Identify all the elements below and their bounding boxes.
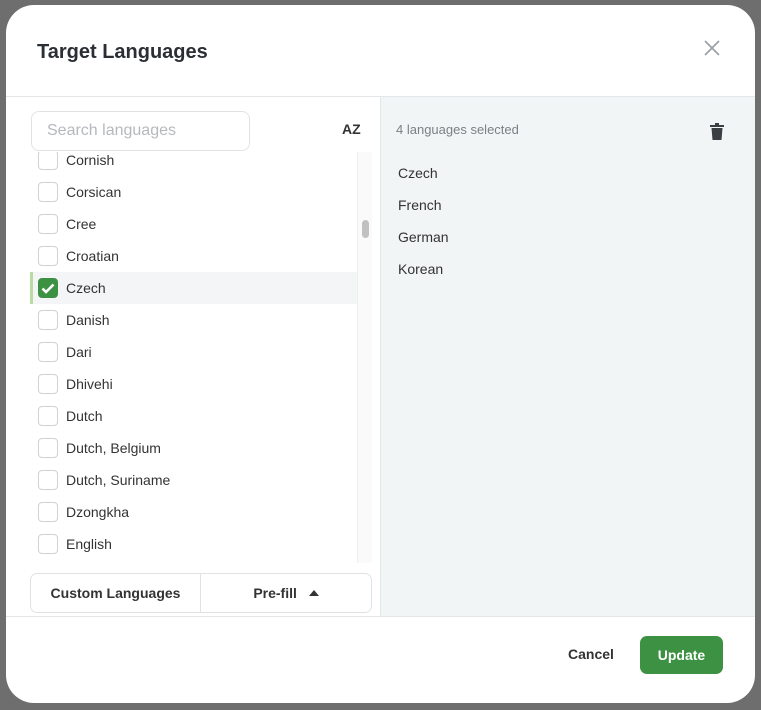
- scrollbar-thumb[interactable]: [362, 220, 369, 238]
- language-item[interactable]: Dutch, Suriname: [30, 464, 357, 496]
- language-item[interactable]: Dzongkha: [30, 496, 357, 528]
- language-label: English: [66, 536, 112, 552]
- target-languages-dialog: Target Languages AZ CornishCorsicanCreeC…: [6, 5, 755, 703]
- selected-language: Korean: [398, 261, 444, 277]
- checkbox[interactable]: [38, 502, 58, 522]
- check-icon: [41, 283, 55, 294]
- picker-actions: Custom Languages Pre-fill: [30, 573, 372, 613]
- selected-language: Czech: [398, 165, 438, 181]
- dialog-header: Target Languages: [6, 5, 755, 97]
- checkbox[interactable]: [38, 246, 58, 266]
- checkbox[interactable]: [38, 374, 58, 394]
- cancel-button[interactable]: Cancel: [568, 646, 614, 662]
- caret-up-icon: [308, 590, 319, 596]
- language-label: Dzongkha: [66, 504, 130, 520]
- language-item[interactable]: Croatian: [30, 240, 357, 272]
- checkbox[interactable]: [38, 470, 58, 490]
- language-label: Croatian: [66, 248, 119, 264]
- update-button[interactable]: Update: [640, 636, 723, 674]
- checkbox[interactable]: [38, 152, 58, 170]
- checkbox[interactable]: [38, 534, 58, 554]
- language-label: Czech: [66, 280, 106, 296]
- language-item[interactable]: Corsican: [30, 176, 357, 208]
- language-item[interactable]: Danish: [30, 304, 357, 336]
- language-label: Dutch, Belgium: [66, 440, 161, 456]
- language-item[interactable]: Dutch, Belgium: [30, 432, 357, 464]
- checkbox[interactable]: [38, 278, 58, 298]
- language-item[interactable]: Dutch: [30, 400, 357, 432]
- scrollbar[interactable]: [357, 152, 372, 563]
- dialog-footer: Cancel Update: [6, 616, 755, 703]
- checkbox[interactable]: [38, 438, 58, 458]
- dialog-title: Target Languages: [37, 41, 208, 63]
- checkbox[interactable]: [38, 406, 58, 426]
- language-item[interactable]: Dari: [30, 336, 357, 368]
- checkbox[interactable]: [38, 342, 58, 362]
- language-label: Cornish: [66, 152, 115, 168]
- sort-alpha-icon[interactable]: AZ: [342, 121, 361, 137]
- custom-languages-button[interactable]: Custom Languages: [31, 574, 201, 612]
- language-label: Dutch: [66, 408, 103, 424]
- checkbox[interactable]: [38, 214, 58, 234]
- language-item[interactable]: Cornish: [30, 152, 357, 176]
- language-label: Dari: [66, 344, 92, 360]
- language-list: Cornish Corsican Cree Croatian Czech Danish Da…: [30, 152, 357, 563]
- selected-panel: 4 languages selected Czech French German Ko…: [381, 97, 755, 616]
- prefill-button[interactable]: Pre-fill: [201, 574, 371, 612]
- trash-icon[interactable]: [710, 123, 724, 140]
- language-label: Dhivehi: [66, 376, 113, 392]
- close-icon[interactable]: [703, 39, 721, 57]
- language-label: Corsican: [66, 184, 122, 200]
- checkbox[interactable]: [38, 182, 58, 202]
- language-label: Cree: [66, 216, 97, 232]
- checkbox[interactable]: [38, 310, 58, 330]
- language-item[interactable]: Dhivehi: [30, 368, 357, 400]
- search-input[interactable]: [31, 111, 250, 151]
- language-item[interactable]: Czech: [30, 272, 357, 304]
- selected-language: French: [398, 197, 442, 213]
- language-item[interactable]: English: [30, 528, 357, 560]
- selected-language: German: [398, 229, 449, 245]
- selected-count: 4 languages selected: [396, 122, 519, 137]
- language-label: Dutch, Suriname: [66, 472, 171, 488]
- prefill-label: Pre-fill: [253, 585, 297, 601]
- language-picker: AZ Cornish Corsican Cree Croatian Czech Danis…: [6, 97, 381, 616]
- language-label: Danish: [66, 312, 110, 328]
- language-item[interactable]: Cree: [30, 208, 357, 240]
